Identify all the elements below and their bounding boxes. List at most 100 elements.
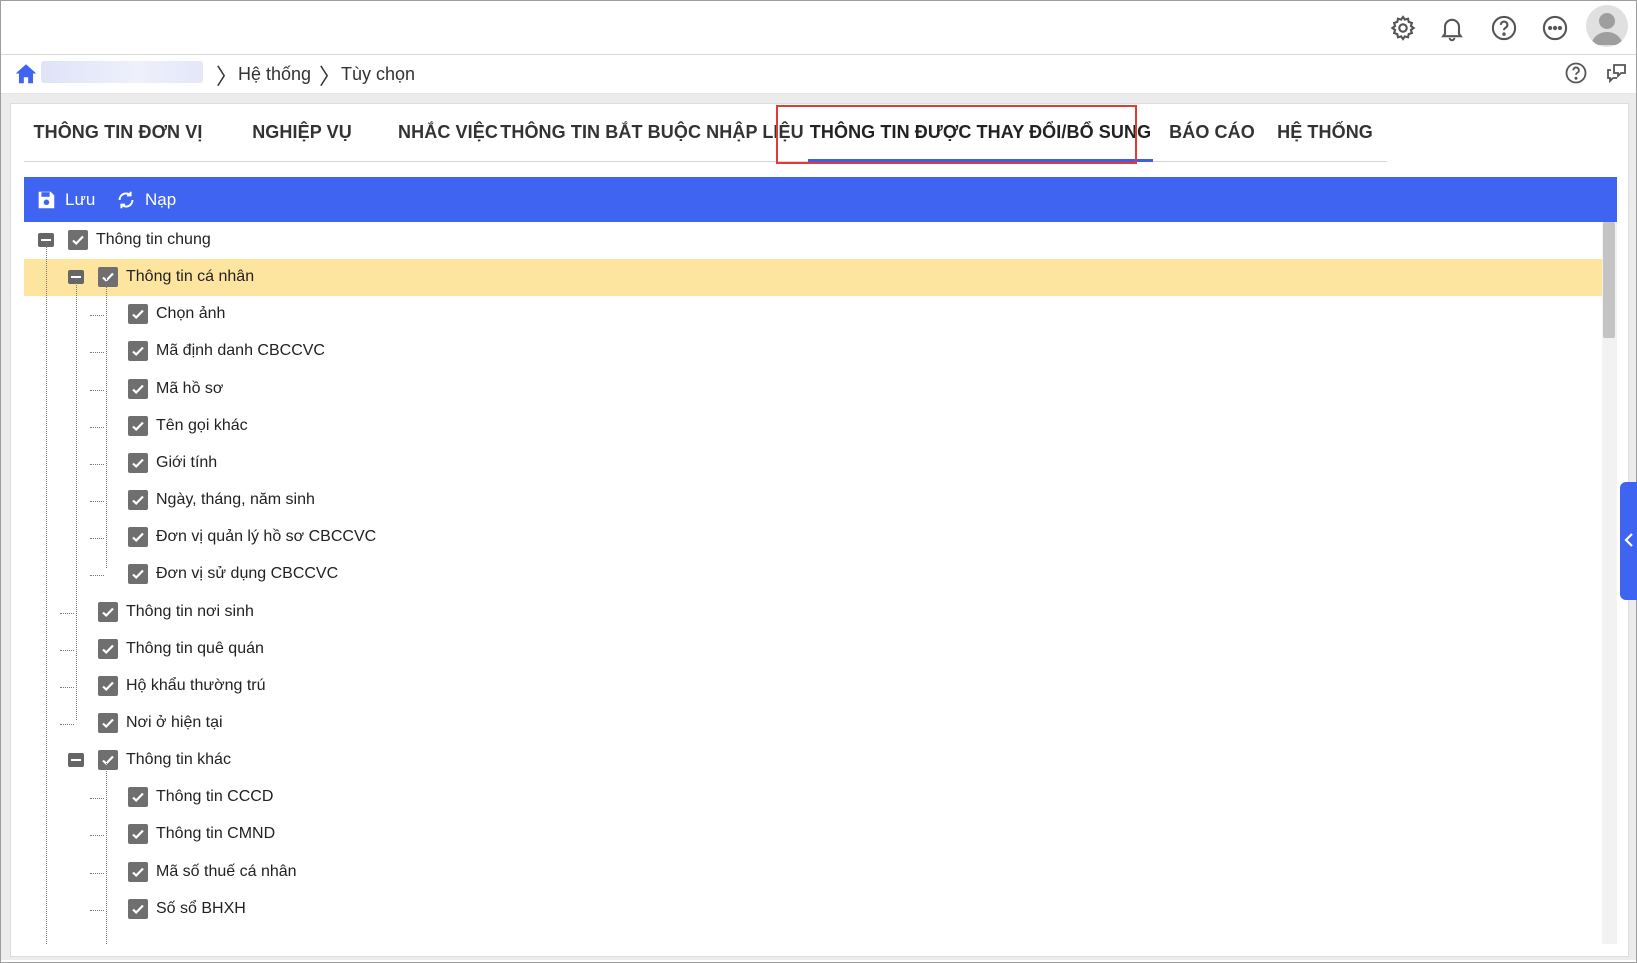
tree-item-label: Mã định danh CBCCVC: [156, 342, 325, 360]
tree-checkbox[interactable]: [128, 787, 148, 808]
tree-row[interactable]: Nơi ở hiện tại: [24, 705, 1602, 742]
scrollbar-thumb[interactable]: [1603, 222, 1615, 338]
tree-item-label: Thông tin CMND: [156, 825, 276, 843]
breadcrumb: 〉 Hệ thống 〉 Tùy chọn: [1, 55, 1636, 94]
breadcrumb-item-current: Tùy chọn: [341, 64, 416, 84]
tree-row[interactable]: Đơn vị sử dụng CBCCVC: [24, 556, 1602, 593]
tree-connector: [90, 389, 104, 391]
tree-item-label: Thông tin nơi sinh: [126, 602, 254, 620]
tree-row[interactable]: Thông tin khác: [24, 742, 1602, 779]
tree-item-label: Thông tin cá nhân: [126, 268, 255, 286]
tree-row[interactable]: Thông tin cá nhân: [24, 259, 1602, 297]
tree-row[interactable]: Thông tin chung: [24, 222, 1602, 259]
tab-bao-cao[interactable]: BÁO CÁO: [1161, 104, 1263, 162]
tree-checkbox[interactable]: [128, 898, 148, 919]
tree-checkbox[interactable]: [98, 712, 118, 733]
tree-checkbox[interactable]: [98, 601, 118, 622]
tree-connector: [60, 686, 74, 688]
avatar-icon[interactable]: [1586, 5, 1628, 47]
tree-item-label: Hộ khẩu thường trú: [126, 676, 266, 694]
tree-item-label: Tên gọi khác: [156, 416, 248, 434]
tree-connector: [90, 575, 104, 577]
tree-row[interactable]: Mã hồ sơ: [24, 371, 1602, 408]
tree-item-label: Mã số thuế cá nhân: [156, 862, 297, 880]
tree-item-label: Thông tin chung: [96, 231, 211, 248]
tree-checkbox[interactable]: [68, 230, 88, 250]
home-icon[interactable]: [13, 61, 39, 87]
tree-connector: [90, 909, 104, 911]
tree-item-label: Mã hồ sơ: [156, 379, 224, 397]
reload-button[interactable]: Nạp: [115, 177, 176, 222]
tree-connector: [90, 352, 104, 354]
breadcrumb-separator: 〉: [319, 64, 342, 89]
tree-checkbox[interactable]: [128, 415, 148, 436]
tree-connector: [90, 426, 104, 428]
tree-checkbox[interactable]: [128, 341, 148, 362]
tree-connector: [60, 612, 74, 614]
top-bar: [1, 1, 1636, 55]
tree-item-label: Giới tính: [156, 453, 218, 471]
more-icon[interactable]: [1537, 10, 1573, 46]
tree-checkbox[interactable]: [98, 267, 118, 288]
tree-guide-line: [46, 242, 47, 944]
tree-checkbox[interactable]: [128, 824, 148, 845]
annotation-highlight: [776, 105, 1137, 164]
tab-thong-tin-don-vi[interactable]: THÔNG TIN ĐƠN VỊ: [24, 104, 212, 162]
bell-icon[interactable]: [1434, 10, 1470, 46]
tree-checkbox[interactable]: [128, 564, 148, 585]
tree-row[interactable]: Đơn vị quản lý hồ sơ CBCCVC: [24, 519, 1602, 556]
save-button[interactable]: Lưu: [35, 177, 95, 222]
tree-checkbox[interactable]: [128, 378, 148, 399]
tree-item-label: Nơi ở hiện tại: [126, 713, 223, 731]
tree-guide-line: [106, 760, 107, 944]
tree-item-label: Thông tin CCCD: [156, 788, 274, 806]
breadcrumb-item[interactable]: Hệ thống: [238, 64, 311, 85]
tree-checkbox[interactable]: [98, 675, 118, 696]
tab-thong-tin-bat-buoc[interactable]: THÔNG TIN BẮT BUỘC NHẬP LIỆU: [500, 104, 804, 162]
tree-checkbox[interactable]: [128, 490, 148, 511]
tree-row[interactable]: Ngày, tháng, năm sinh: [24, 482, 1602, 519]
settings-tree: Thông tin chung Thông tin cá nhân Chọn ảnh…: [24, 222, 1602, 944]
tree-checkbox[interactable]: [128, 304, 148, 325]
tree-row[interactable]: Tên gọi khác: [24, 408, 1602, 445]
tab-he-thong[interactable]: HỆ THỐNG: [1263, 104, 1387, 162]
breadcrumb-redacted: [41, 61, 203, 83]
tree-checkbox[interactable]: [128, 861, 148, 882]
tree-row[interactable]: Thông tin nơi sinh: [24, 594, 1602, 631]
feedback-icon[interactable]: [1602, 58, 1632, 88]
help-icon[interactable]: [1561, 58, 1591, 88]
tree-row[interactable]: Mã định danh CBCCVC: [24, 333, 1602, 370]
tab-nghiep-vu[interactable]: NGHIỆP VỤ: [212, 104, 392, 162]
help-icon[interactable]: [1486, 10, 1522, 46]
tree-connector: [90, 872, 104, 874]
tree-item-label: Số sổ BHXH: [156, 899, 246, 917]
tree-item-label: Đơn vị sử dụng CBCCVC: [156, 565, 339, 583]
tree-row[interactable]: Thông tin quê quán: [24, 631, 1602, 668]
tree-row[interactable]: Hộ khẩu thường trú: [24, 668, 1602, 705]
tree-row[interactable]: Mã số thuế cá nhân: [24, 854, 1602, 891]
tree-row[interactable]: Thông tin CMND: [24, 816, 1602, 853]
chevron-left-icon: [1624, 533, 1633, 547]
tree-connector: [90, 798, 104, 800]
refresh-icon: [118, 191, 134, 208]
reload-label: Nạp: [145, 189, 177, 209]
tree-guide-line: [76, 278, 77, 720]
tab-nhac-viec[interactable]: NHẮC VIỆC: [392, 104, 504, 162]
tree-row[interactable]: Số sổ BHXH: [24, 891, 1602, 928]
tree-item-label: Ngày, tháng, năm sinh: [156, 491, 315, 509]
tree-connector: [60, 649, 74, 651]
tree-connector: [90, 835, 104, 837]
save-label: Lưu: [65, 189, 96, 209]
tree-checkbox[interactable]: [128, 527, 148, 548]
tree-checkbox[interactable]: [98, 750, 118, 771]
settings-icon[interactable]: [1385, 10, 1421, 46]
tree-guide-line: [106, 278, 107, 568]
tree-row[interactable]: Giới tính: [24, 445, 1602, 482]
save-icon: [38, 191, 55, 208]
tree-checkbox[interactable]: [98, 638, 118, 659]
collapse-panel-button[interactable]: [1620, 482, 1637, 600]
collapse-toggle[interactable]: [68, 753, 84, 768]
tree-row[interactable]: Thông tin CCCD: [24, 779, 1602, 816]
tree-row[interactable]: Chọn ảnh: [24, 296, 1602, 333]
tree-checkbox[interactable]: [128, 452, 148, 473]
